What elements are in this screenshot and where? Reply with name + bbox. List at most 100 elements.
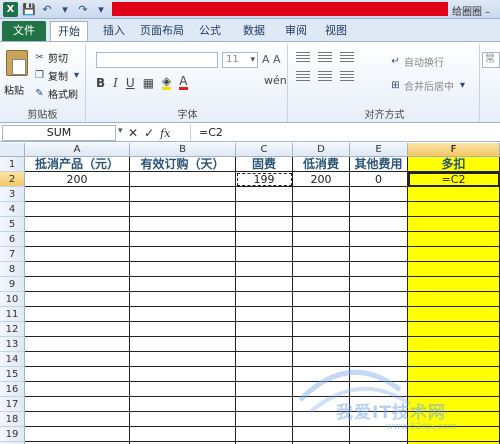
table-cell[interactable] xyxy=(408,337,500,352)
table-cell[interactable] xyxy=(236,382,293,397)
tab-view[interactable]: 视图 xyxy=(320,21,352,41)
table-cell[interactable] xyxy=(408,322,500,337)
paste-icon[interactable] xyxy=(6,50,28,76)
table-cell[interactable] xyxy=(130,247,236,262)
table-cell[interactable] xyxy=(130,367,236,382)
data-cell-a2[interactable]: 200 xyxy=(25,172,130,187)
font-grow-shrink-buttons[interactable]: A A xyxy=(262,53,281,66)
table-cell[interactable] xyxy=(350,352,408,367)
table-cell[interactable] xyxy=(350,427,408,442)
table-cell[interactable] xyxy=(130,322,236,337)
tab-insert[interactable]: 插入 xyxy=(96,21,132,41)
table-cell[interactable] xyxy=(293,412,350,427)
table-cell[interactable] xyxy=(25,187,130,202)
name-box[interactable]: SUM xyxy=(2,125,116,141)
table-cell[interactable] xyxy=(236,262,293,277)
align-left-icon[interactable] xyxy=(296,71,310,83)
header-cell-f[interactable]: 多扣 xyxy=(408,157,500,172)
paste-button[interactable]: 粘贴 xyxy=(4,82,24,97)
table-cell[interactable] xyxy=(236,247,293,262)
table-cell[interactable] xyxy=(236,367,293,382)
header-cell-c[interactable]: 固费 xyxy=(236,157,293,172)
table-cell[interactable] xyxy=(236,292,293,307)
row-header[interactable]: 11 xyxy=(0,307,25,322)
font-name-input[interactable] xyxy=(96,52,218,68)
row-header[interactable]: 4 xyxy=(0,202,25,217)
tab-review[interactable]: 审阅 xyxy=(280,21,312,41)
table-cell[interactable] xyxy=(293,202,350,217)
header-cell-a[interactable]: 抵消产品（元） xyxy=(25,157,130,172)
table-cell[interactable] xyxy=(25,217,130,232)
table-cell[interactable] xyxy=(130,307,236,322)
table-cell[interactable] xyxy=(408,397,500,412)
tab-formulas[interactable]: 公式 xyxy=(194,21,226,41)
data-cell-b2[interactable] xyxy=(130,172,236,187)
row-header[interactable]: 15 xyxy=(0,367,25,382)
table-cell[interactable] xyxy=(408,382,500,397)
insert-function-icon[interactable]: fx xyxy=(160,127,170,140)
table-cell[interactable] xyxy=(130,277,236,292)
tab-file[interactable]: 文件 xyxy=(2,21,46,41)
undo-dropdown-icon[interactable]: ▾ xyxy=(58,3,72,17)
table-cell[interactable] xyxy=(130,397,236,412)
table-cell[interactable] xyxy=(408,247,500,262)
table-cell[interactable] xyxy=(25,427,130,442)
table-cell[interactable] xyxy=(293,382,350,397)
font-size-input[interactable]: 11 xyxy=(222,52,258,68)
row-header[interactable]: 12 xyxy=(0,322,25,337)
tab-page-layout[interactable]: 页面布局 xyxy=(136,21,188,41)
table-cell[interactable] xyxy=(25,247,130,262)
table-cell[interactable] xyxy=(293,187,350,202)
table-cell[interactable] xyxy=(293,232,350,247)
table-cell[interactable] xyxy=(350,277,408,292)
active-cell-f2[interactable]: =C2 xyxy=(408,172,500,187)
table-cell[interactable] xyxy=(25,397,130,412)
table-cell[interactable] xyxy=(293,427,350,442)
align-right-icon[interactable] xyxy=(340,71,354,83)
table-cell[interactable] xyxy=(350,322,408,337)
table-cell[interactable] xyxy=(130,412,236,427)
table-cell[interactable] xyxy=(408,262,500,277)
table-cell[interactable] xyxy=(293,247,350,262)
table-cell[interactable] xyxy=(236,232,293,247)
align-middle-icon[interactable] xyxy=(318,52,332,64)
table-cell[interactable] xyxy=(130,262,236,277)
col-header-a[interactable]: A xyxy=(25,143,130,157)
table-cell[interactable] xyxy=(408,352,500,367)
redo-icon[interactable]: ↷ xyxy=(76,3,90,17)
row-header[interactable]: 1 xyxy=(0,157,25,172)
table-cell[interactable] xyxy=(408,292,500,307)
merge-center-button[interactable]: ⊞ 合并后居中 ▾ xyxy=(390,78,468,93)
row-header[interactable]: 7 xyxy=(0,247,25,262)
data-cell-d2[interactable]: 200 xyxy=(293,172,350,187)
phonetic-button[interactable]: wén xyxy=(264,74,287,92)
table-cell[interactable] xyxy=(408,217,500,232)
table-cell[interactable] xyxy=(130,382,236,397)
data-cell-e2[interactable]: 0 xyxy=(350,172,408,187)
header-cell-d[interactable]: 低消费 xyxy=(293,157,350,172)
table-cell[interactable] xyxy=(25,322,130,337)
align-top-icon[interactable] xyxy=(296,52,310,64)
table-cell[interactable] xyxy=(350,202,408,217)
table-cell[interactable] xyxy=(25,382,130,397)
align-center-icon[interactable] xyxy=(318,71,332,83)
table-cell[interactable] xyxy=(350,337,408,352)
col-header-b[interactable]: B xyxy=(130,143,236,157)
table-cell[interactable] xyxy=(130,232,236,247)
customize-qat-icon[interactable]: ▾ xyxy=(94,3,108,17)
row-header[interactable]: 8 xyxy=(0,262,25,277)
align-bottom-icon[interactable] xyxy=(340,52,354,64)
table-cell[interactable] xyxy=(130,292,236,307)
data-cell-c2[interactable]: 199 xyxy=(236,172,293,187)
table-cell[interactable] xyxy=(408,202,500,217)
undo-icon[interactable]: ↶ xyxy=(40,3,54,17)
table-cell[interactable] xyxy=(130,202,236,217)
table-cell[interactable] xyxy=(236,337,293,352)
table-cell[interactable] xyxy=(236,187,293,202)
table-cell[interactable] xyxy=(350,412,408,427)
table-cell[interactable] xyxy=(293,277,350,292)
table-cell[interactable] xyxy=(25,202,130,217)
tab-data[interactable]: 数据 xyxy=(238,21,270,41)
row-header[interactable]: 3 xyxy=(0,187,25,202)
bold-button[interactable]: B xyxy=(96,76,105,90)
